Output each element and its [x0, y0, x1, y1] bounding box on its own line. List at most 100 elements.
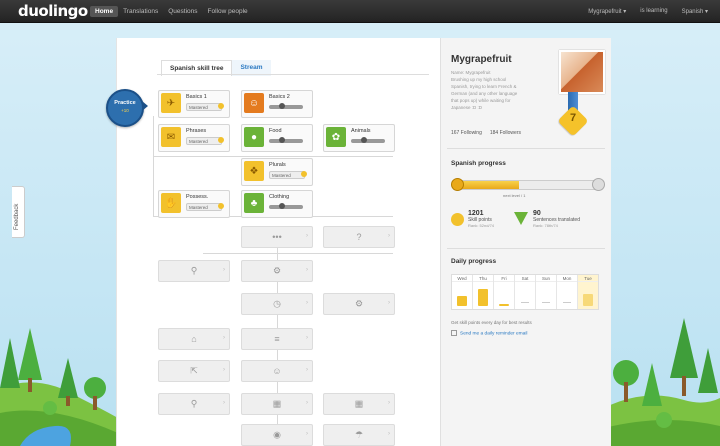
chevron-icon: › [388, 233, 390, 239]
skill-food[interactable]: ● Food [241, 124, 313, 152]
mastered-badge: Mastered [186, 203, 222, 211]
nav-follow-people[interactable]: Follow people [203, 6, 253, 17]
locked-skill[interactable]: ⚲ › [158, 393, 230, 415]
profile-bio-line: Brushing up my high school [451, 77, 507, 82]
profile-bio-line: Japanese :D :D [451, 105, 483, 110]
tree-connector [203, 253, 393, 254]
profile-bio-line: Name: Mygrapefruit [451, 70, 491, 75]
skill-plurals[interactable]: ❖ Plurals Mastered [241, 158, 313, 186]
practice-label: Practice [114, 100, 136, 106]
gear-icon: ⚙ [354, 298, 364, 309]
learning-label: is learning [640, 8, 668, 14]
food-icon: ● [244, 127, 264, 147]
calendar-icon: ▦ [272, 398, 282, 409]
strength-slider [269, 103, 303, 109]
day-column: Mon [557, 275, 578, 309]
duolingo-logo[interactable]: duolingo [18, 2, 88, 20]
locked-skill[interactable]: ☂ › [323, 424, 395, 446]
skill-clothing[interactable]: ♣ Clothing [241, 190, 313, 218]
practice-button[interactable]: Practice +10 [106, 89, 144, 127]
locked-skill[interactable]: ◉ › [241, 424, 313, 446]
main-nav: Home Translations Questions Follow peopl… [90, 6, 253, 17]
top-navbar: duolingo Home Translations Questions Fol… [0, 0, 720, 23]
tree-connector [153, 156, 393, 157]
locked-skill[interactable]: ⚙ › [241, 260, 313, 282]
profile-username: Mygrapefruit [451, 54, 512, 65]
locked-skill[interactable]: ≡ › [241, 328, 313, 350]
locked-skill[interactable]: ⇱ › [158, 360, 230, 382]
skill-possessives[interactable]: ✋ Possess. Mastered [158, 190, 230, 218]
day-bar [583, 294, 593, 306]
plurals-icon: ❖ [244, 161, 264, 181]
user-dropdown[interactable]: Mygrapefruit ▾ [588, 8, 626, 15]
level-number: 7 [569, 112, 577, 124]
locked-skill[interactable]: ? › [323, 226, 395, 248]
practice-pointer [142, 101, 148, 111]
bicycle-icon: ⚲ [190, 265, 198, 276]
question-icon: ? [356, 232, 362, 242]
locked-skill[interactable]: ⚙ › [323, 293, 395, 315]
day-label: Mon [557, 275, 577, 282]
locked-skill[interactable]: ⚲ › [158, 260, 230, 282]
nav-questions[interactable]: Questions [163, 6, 202, 17]
sentences-rank: Rank: 78th/74 [533, 223, 558, 228]
daily-title: Daily progress [451, 258, 497, 265]
tabs-divider [157, 74, 429, 75]
language-dropdown[interactable]: Spanish ▾ [682, 8, 708, 15]
chevron-icon: › [223, 335, 225, 341]
day-label: Sun [536, 275, 556, 282]
follow-counts: 167 Following 184 Followers [451, 130, 521, 136]
locked-skill[interactable]: ◷ › [241, 293, 313, 315]
skill-name: Animals [351, 128, 371, 134]
chevron-icon: › [223, 367, 225, 373]
mastered-badge: Mastered [269, 171, 305, 179]
strength-slider [269, 203, 303, 209]
locked-skill[interactable]: ••• › [241, 226, 313, 248]
skill-basics-1[interactable]: ✈ Basics 1 Mastered [158, 90, 230, 118]
locked-skill[interactable]: ▦ › [241, 393, 313, 415]
skill-name: Phrases [186, 128, 207, 134]
feedback-tab[interactable]: Feedback [12, 186, 25, 238]
locked-skill[interactable]: ▦ › [323, 393, 395, 415]
reminder-checkbox[interactable]: Send me a daily reminder email [451, 330, 527, 336]
nav-translations[interactable]: Translations [118, 6, 163, 17]
skill-animals[interactable]: ✿ Animals [323, 124, 395, 152]
profile-bio-line: German (and any other language [451, 91, 518, 96]
locked-skill[interactable]: ☺ › [241, 360, 313, 382]
day-bar [457, 296, 467, 306]
strength-slider [351, 137, 385, 143]
skill-name: Food [269, 128, 282, 134]
calendar-icon: ▦ [354, 398, 364, 409]
sentences-value: 90 [533, 210, 541, 217]
day-label: Fri [494, 275, 514, 282]
coin-icon [218, 137, 224, 143]
clock-icon: ◷ [273, 298, 281, 309]
goal-text: Get skill points every day for best resu… [451, 320, 532, 325]
daily-chart: Wed Thu Fri Sat Sun Mon Tue [451, 274, 599, 310]
chevron-icon: › [388, 300, 390, 306]
chevron-icon: › [306, 233, 308, 239]
tree-connector [153, 116, 154, 216]
followers-count[interactable]: 184 Followers [490, 130, 521, 136]
chevron-icon: › [306, 335, 308, 341]
sentences-stat: 90 Sentences translated Rank: 78th/74 [533, 210, 580, 228]
nav-home[interactable]: Home [90, 6, 119, 17]
mastered-badge: Mastered [186, 103, 222, 111]
possessives-icon: ✋ [161, 193, 181, 213]
building-icon: ⌂ [191, 334, 197, 344]
skill-basics-2[interactable]: ☺ Basics 2 [241, 90, 313, 118]
profile-bio-line: Spanish, trying to learn French & [451, 84, 517, 89]
skill-points-value: 1201 [468, 210, 484, 217]
chevron-icon: › [223, 400, 225, 406]
following-count[interactable]: 167 Following [451, 130, 482, 136]
coin-icon [218, 103, 224, 109]
user-menu: Mygrapefruit ▾ is learning Spanish ▾ [588, 8, 708, 15]
avatar[interactable] [559, 50, 605, 94]
skill-phrases[interactable]: ✉ Phrases Mastered [158, 124, 230, 152]
strength-slider [269, 137, 303, 143]
day-column: Tue [578, 275, 598, 309]
practice-coins: +10 [121, 108, 129, 113]
locked-skill[interactable]: ⌂ › [158, 328, 230, 350]
skill-name: Basics 1 [186, 94, 207, 100]
day-bar [478, 289, 488, 306]
